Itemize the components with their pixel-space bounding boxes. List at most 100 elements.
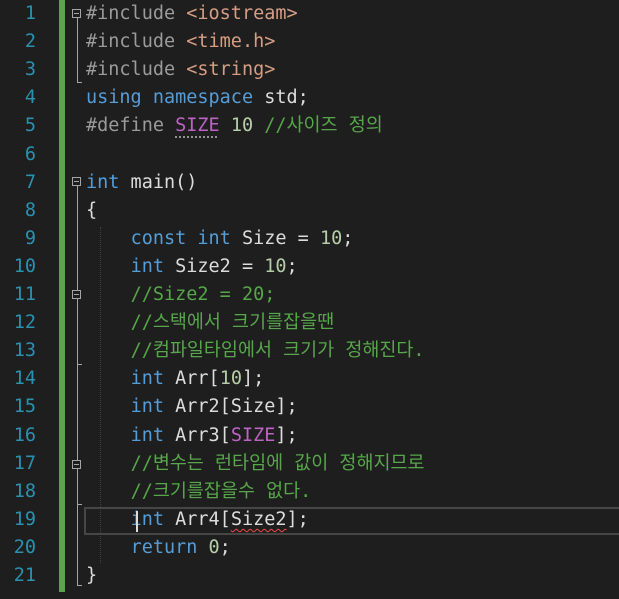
line-number[interactable]: 2 [0, 28, 36, 56]
code-line[interactable]: #define SIZE 10 //사이즈 정의 [86, 112, 383, 140]
code-token: #define [86, 115, 176, 137]
code-token: //크기를잡을수 없다. [130, 480, 312, 502]
line-number[interactable]: 1 [0, 0, 36, 28]
line-number[interactable]: 19 [0, 506, 36, 534]
code-line[interactable]: #include <string> [86, 56, 275, 84]
line-number[interactable]: 14 [0, 365, 36, 393]
code-token: { [86, 199, 98, 221]
code-token: SIZE [230, 424, 276, 446]
code-token: } [86, 565, 98, 586]
code-token: const [130, 227, 187, 249]
line-number[interactable]: 11 [0, 281, 36, 309]
line-number[interactable]: 18 [0, 478, 36, 506]
code-line[interactable]: int Arr4[Size2]; [86, 506, 309, 534]
code-token: //변수는 런타임에 값이 정해지므로 [130, 452, 425, 474]
collapse-toggle-icon[interactable] [72, 177, 81, 186]
code-line[interactable]: int Arr2[Size]; [86, 393, 298, 421]
code-token: 10 [219, 368, 242, 390]
code-line[interactable]: int main() [86, 169, 197, 197]
text-caret [136, 511, 138, 532]
line-number[interactable]: 13 [0, 337, 36, 365]
code-token: 10 [264, 255, 287, 277]
code-token: using [86, 87, 142, 109]
outline-tick [77, 585, 82, 586]
line-number[interactable]: 20 [0, 534, 36, 562]
code-line[interactable]: //컴파일타임에서 크기가 정해진다. [86, 337, 425, 365]
code-token: return [130, 536, 198, 558]
line-number[interactable]: 12 [0, 309, 36, 337]
code-token: namespace [152, 87, 254, 109]
code-line[interactable]: const int Size = 10; [86, 225, 354, 253]
code-token: Arr3[ [163, 424, 231, 446]
code-token: #include [86, 59, 187, 81]
outline-tick [77, 504, 82, 505]
outline-tick [77, 82, 82, 83]
code-line[interactable]: #include <time.h> [86, 28, 275, 56]
code-token: <string> [186, 59, 276, 81]
code-token: ; [342, 227, 354, 249]
code-line[interactable]: #include <iostream> [86, 0, 298, 28]
code-token: Arr2[Size]; [163, 396, 298, 418]
line-number[interactable]: 5 [0, 112, 36, 140]
code-line[interactable]: //스택에서 크기를잡을땐 [86, 309, 335, 337]
line-number[interactable]: 7 [0, 169, 36, 197]
code-token: ; [286, 255, 298, 277]
code-line[interactable]: int Size2 = 10; [86, 253, 298, 281]
code-token: 10 [230, 115, 254, 137]
code-token: main() [119, 171, 198, 193]
line-number[interactable]: 4 [0, 84, 36, 112]
collapse-toggle-icon[interactable] [72, 290, 81, 299]
code-line[interactable]: //변수는 런타임에 값이 정해지므로 [86, 450, 425, 478]
code-token: #include [86, 31, 187, 53]
line-number[interactable]: 10 [0, 253, 36, 281]
line-number[interactable]: 8 [0, 197, 36, 225]
code-token: Arr4[ [163, 508, 231, 530]
code-line[interactable]: { [86, 197, 97, 225]
code-token: #include [86, 3, 187, 24]
code-line[interactable]: //크기를잡을수 없다. [86, 478, 312, 506]
outline-line [77, 18, 78, 83]
line-number-gutter[interactable]: 1 2 3 4 5 6 7 8 9 10 11 12 13 14 15 16 17 18 19 20 21 [0, 0, 48, 599]
code-token: int [197, 227, 231, 249]
outlining-margin [65, 0, 85, 599]
code-line[interactable]: using namespace std; [86, 84, 309, 112]
code-token: <time.h> [186, 31, 276, 53]
code-editor[interactable]: 1 2 3 4 5 6 7 8 9 10 11 12 13 14 15 16 17 18 19 20 21 #inclu… [0, 0, 619, 599]
collapse-toggle-icon[interactable] [72, 460, 81, 469]
code-token: ]; [275, 424, 298, 446]
code-line[interactable]: //Size2 = 20; [86, 281, 276, 309]
line-number[interactable]: 9 [0, 225, 36, 253]
line-number[interactable]: 15 [0, 393, 36, 421]
code-token: Arr[ [163, 368, 220, 390]
collapse-toggle-icon[interactable] [72, 9, 81, 18]
code-token: SIZE [175, 115, 220, 137]
line-number[interactable]: 6 [0, 141, 36, 169]
line-number[interactable]: 16 [0, 422, 36, 450]
line-number[interactable]: 21 [0, 562, 36, 590]
code-line[interactable]: } [86, 562, 97, 590]
line-number[interactable]: 3 [0, 56, 36, 84]
code-token: int [86, 171, 120, 193]
code-token: int [130, 424, 164, 446]
code-token: int [130, 368, 164, 390]
line-number[interactable]: 17 [0, 450, 36, 478]
code-line[interactable]: int Arr3[SIZE]; [86, 422, 298, 450]
code-line[interactable]: return 0; [86, 534, 231, 562]
code-line[interactable]: int Arr[10]; [86, 365, 265, 393]
code-token: int [130, 255, 164, 277]
